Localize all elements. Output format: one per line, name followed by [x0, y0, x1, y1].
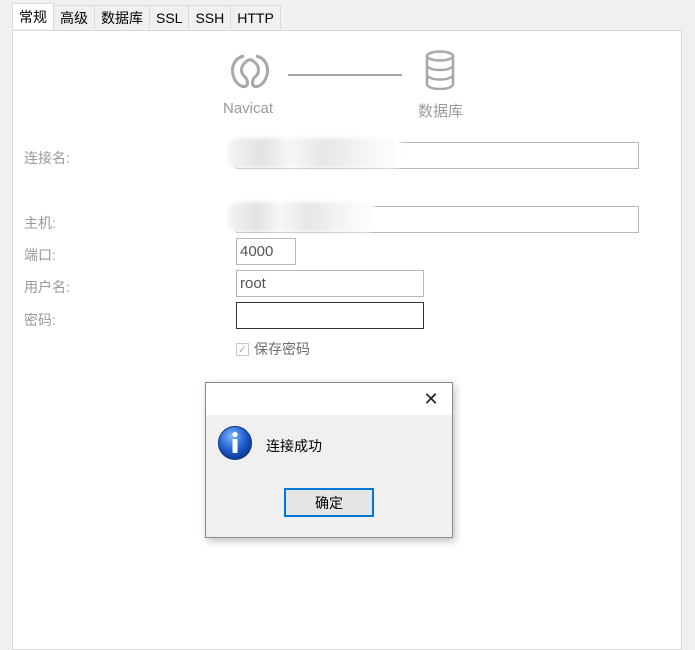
close-icon[interactable]: ✕	[422, 390, 440, 408]
flow-connector-line	[288, 74, 402, 76]
port-input[interactable]: 4000	[236, 238, 296, 265]
host-label: 主机:	[24, 215, 56, 231]
username-label: 用户名:	[24, 279, 70, 295]
password-input[interactable]	[236, 302, 424, 329]
save-password-checkbox[interactable]: ✓	[236, 342, 249, 356]
connection-success-dialog: ✕ 连接成功 确定	[205, 382, 453, 538]
navicat-logo-icon	[230, 54, 270, 89]
tab-database[interactable]: 数据库	[94, 5, 150, 29]
tab-ssh[interactable]: SSH	[188, 5, 232, 29]
tab-ssl[interactable]: SSL	[149, 5, 190, 29]
general-panel	[12, 30, 682, 650]
tab-general[interactable]: 常规	[12, 3, 54, 29]
tab-advanced[interactable]: 高级	[53, 5, 95, 29]
dialog-message: 连接成功	[266, 438, 322, 454]
save-password-label: 保存密码	[254, 341, 310, 357]
info-icon	[218, 426, 252, 460]
dialog-titlebar	[206, 383, 452, 415]
flow-label-database: 数据库	[418, 103, 464, 120]
database-icon	[425, 50, 455, 90]
save-password-option[interactable]: ✓ 保存密码	[236, 339, 310, 359]
tab-bar: 常规 高级 数据库 SSL SSH HTTP	[12, 3, 281, 30]
password-label: 密码:	[24, 312, 56, 328]
port-label: 端口:	[24, 247, 56, 263]
username-input[interactable]: root	[236, 270, 424, 297]
redacted-connection-name	[228, 138, 403, 168]
redacted-host	[228, 202, 376, 232]
tab-http[interactable]: HTTP	[230, 5, 281, 29]
connection-name-label: 连接名:	[24, 150, 70, 166]
flow-label-navicat: Navicat	[223, 100, 274, 117]
ok-button[interactable]: 确定	[284, 488, 374, 517]
